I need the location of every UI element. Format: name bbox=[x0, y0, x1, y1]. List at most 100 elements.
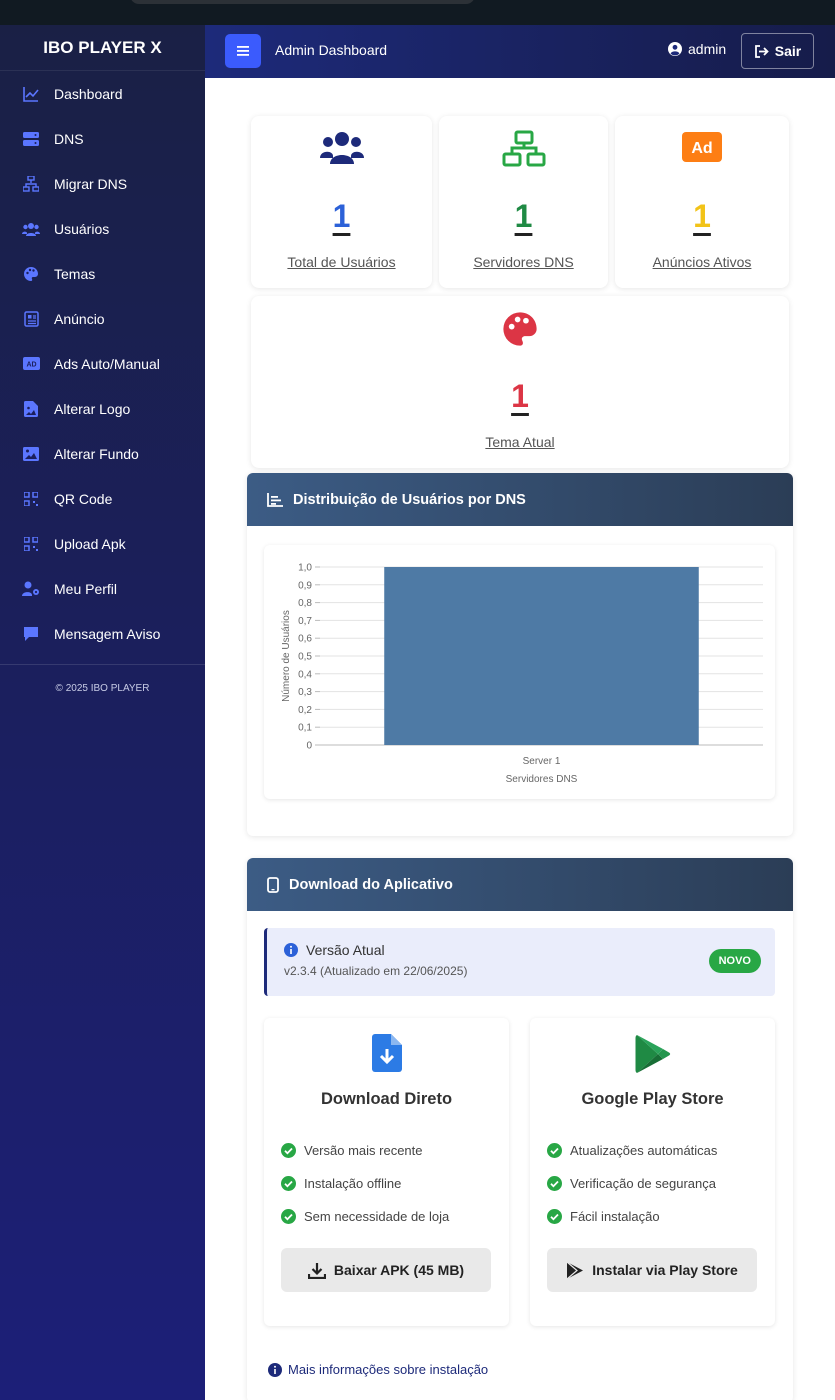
download-panel-title: Download do Aplicativo bbox=[289, 876, 453, 893]
y-tick-label: 0,6 bbox=[298, 634, 312, 645]
url-pill bbox=[130, 0, 475, 4]
check-circle-icon bbox=[281, 1209, 296, 1224]
y-tick-label: 0,1 bbox=[298, 723, 312, 734]
stat-card-users: 1 Total de Usuários bbox=[251, 116, 432, 288]
y-tick-label: 0,8 bbox=[298, 598, 312, 609]
feature-item: Fácil instalação bbox=[547, 1200, 717, 1233]
version-subtitle: v2.3.4 (Atualizado em 22/06/2025) bbox=[284, 964, 468, 978]
topbar: Admin Dashboard admin Sair bbox=[205, 25, 835, 78]
more-info-text: Mais informações sobre instalação bbox=[288, 1362, 489, 1377]
sidebar-item-qr-code[interactable]: QR Code bbox=[0, 476, 205, 521]
version-title-row: Versão Atual bbox=[284, 942, 385, 958]
sidebar-item-upload-apk[interactable]: Upload Apk bbox=[0, 521, 205, 566]
stat-link-tema-atual[interactable]: Tema Atual bbox=[251, 434, 789, 450]
hamburger-icon bbox=[237, 46, 249, 56]
users-icon bbox=[251, 130, 432, 168]
sidebar-item-ads-auto-manual[interactable]: AD Ads Auto/Manual bbox=[0, 341, 205, 386]
more-info-link[interactable]: Mais informações sobre instalação bbox=[268, 1362, 488, 1377]
feature-item: Versão mais recente bbox=[281, 1134, 449, 1167]
image-icon bbox=[22, 445, 40, 463]
palette-icon bbox=[22, 265, 40, 283]
check-circle-icon bbox=[547, 1209, 562, 1224]
stat-link-anuncios-ativos[interactable]: Anúncios Ativos bbox=[615, 254, 789, 270]
x-tick-label: Server 1 bbox=[523, 756, 561, 767]
sidebar-item-label: Alterar Logo bbox=[54, 400, 131, 417]
sidebar-item-dashboard[interactable]: Dashboard bbox=[0, 71, 205, 116]
download-icon bbox=[307, 1262, 326, 1279]
sidebar-item-usuarios[interactable]: Usuários bbox=[0, 206, 205, 251]
palette-icon bbox=[251, 310, 789, 348]
feature-text: Instalação offline bbox=[304, 1176, 402, 1191]
play-store-card: Google Play Store Atualizações automátic… bbox=[530, 1018, 775, 1326]
comment-icon bbox=[22, 625, 40, 643]
user-circle-icon bbox=[668, 42, 682, 56]
play-store-title: Google Play Store bbox=[581, 1090, 724, 1108]
sidebar-item-temas[interactable]: Temas bbox=[0, 251, 205, 296]
brand-title: IBO PLAYER X bbox=[0, 25, 205, 71]
sidebar-item-meu-perfil[interactable]: Meu Perfil bbox=[0, 566, 205, 611]
sidebar-item-label: Alterar Fundo bbox=[54, 445, 139, 462]
svg-text:AD: AD bbox=[26, 362, 36, 369]
ad-icon: AD bbox=[22, 355, 40, 373]
y-tick-label: 0,2 bbox=[298, 705, 312, 716]
sidebar-divider bbox=[0, 664, 205, 665]
feature-text: Verificação de segurança bbox=[570, 1176, 716, 1191]
sidebar-item-label: QR Code bbox=[54, 490, 113, 507]
download-direct-title: Download Direto bbox=[320, 1090, 453, 1108]
network-icon bbox=[22, 175, 40, 193]
feature-item: Instalação offline bbox=[281, 1167, 449, 1200]
sidebar-item-label: Meu Perfil bbox=[54, 580, 118, 597]
stat-card-dns: 1 Servidores DNS bbox=[439, 116, 608, 288]
new-badge: NOVO bbox=[708, 949, 761, 973]
page-title: Admin Dashboard bbox=[275, 42, 388, 58]
sidebar-item-alterar-logo[interactable]: Alterar Logo bbox=[0, 386, 205, 431]
logout-button[interactable]: Sair bbox=[741, 33, 814, 69]
sidebar-nav: Dashboard DNS Migrar DNS Usuários Temas … bbox=[0, 71, 205, 656]
bar bbox=[384, 567, 699, 745]
download-apk-button[interactable]: Baixar APK (45 MB) bbox=[281, 1248, 491, 1292]
feature-list: Atualizações automáticas Verificação de … bbox=[547, 1134, 717, 1233]
check-circle-icon bbox=[281, 1176, 296, 1191]
sidebar-item-label: Anúncio bbox=[54, 310, 105, 327]
user-menu[interactable]: admin bbox=[668, 41, 726, 57]
download-apk-label: Baixar APK (45 MB) bbox=[333, 1262, 465, 1278]
stat-value: 1 bbox=[514, 198, 533, 234]
username: admin bbox=[688, 41, 727, 57]
play-icon bbox=[566, 1261, 584, 1279]
menu-toggle-button[interactable] bbox=[225, 34, 261, 68]
sidebar-item-migrar-dns[interactable]: Migrar DNS bbox=[0, 161, 205, 206]
install-play-store-button[interactable]: Instalar via Play Store bbox=[547, 1248, 757, 1292]
chart-bar-icon bbox=[267, 492, 283, 507]
user-cog-icon bbox=[22, 580, 40, 598]
sidebar-item-label: Upload Apk bbox=[54, 535, 126, 552]
chart-panel: Distribuição de Usuários por DNS 0 0,1 0,2… bbox=[247, 473, 793, 836]
stat-value: 1 bbox=[511, 378, 529, 414]
stat-card-theme: 1 Tema Atual bbox=[251, 296, 789, 468]
sidebar-item-dns[interactable]: DNS bbox=[0, 116, 205, 161]
stat-link-total-usuarios[interactable]: Total de Usuários bbox=[251, 254, 432, 270]
stat-value: 1 bbox=[693, 198, 711, 234]
y-tick-label: 1,0 bbox=[298, 563, 312, 574]
download-direct-card: Download Direto Versão mais recente Inst… bbox=[264, 1018, 509, 1326]
y-axis-label: Número de Usuários bbox=[281, 610, 292, 702]
file-image-icon bbox=[22, 400, 40, 418]
network-icon bbox=[439, 130, 608, 168]
sidebar-item-mensagem-aviso[interactable]: Mensagem Aviso bbox=[0, 611, 205, 656]
qrcode-icon bbox=[22, 490, 40, 508]
feature-text: Versão mais recente bbox=[304, 1143, 423, 1158]
copyright-text: © 2025 IBO PLAYER bbox=[55, 683, 150, 694]
svg-text:Ad: Ad bbox=[691, 140, 712, 157]
sign-out-icon bbox=[754, 44, 769, 58]
mobile-icon bbox=[267, 876, 279, 893]
chart-panel-header: Distribuição de Usuários por DNS bbox=[247, 473, 793, 526]
version-alert: Versão Atual v2.3.4 (Atualizado em 22/06… bbox=[264, 928, 775, 996]
newspaper-icon bbox=[22, 310, 40, 328]
sidebar-item-alterar-fundo[interactable]: Alterar Fundo bbox=[0, 431, 205, 476]
download-panel-header: Download do Aplicativo bbox=[247, 858, 793, 911]
sidebar-item-anuncio[interactable]: Anúncio bbox=[0, 296, 205, 341]
sidebar-item-label: DNS bbox=[54, 130, 84, 147]
info-circle-icon bbox=[268, 1362, 282, 1377]
stat-value: 1 bbox=[332, 198, 351, 234]
stat-link-servidores-dns[interactable]: Servidores DNS bbox=[439, 254, 608, 270]
file-download-icon bbox=[264, 1034, 509, 1072]
